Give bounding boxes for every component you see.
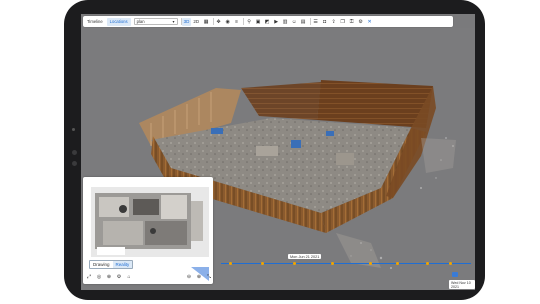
timeline-capture-dot[interactable] [426, 262, 429, 265]
eye-icon[interactable]: ◉ [224, 18, 231, 25]
camera-icon[interactable]: ◘ [321, 18, 328, 25]
toolbar-divider [180, 18, 182, 25]
current-date-badge: Wed Nov 10 2021 [449, 280, 475, 289]
timeline-capture-dot[interactable] [261, 262, 264, 265]
timeline-tooltip: Mon Jun 21 2021 [288, 254, 322, 259]
timeline-capture-dot[interactable] [369, 262, 372, 265]
app-screen: Timeline Locations plan ▾ 3D 2D ▦ ✥ ◉ ≡ … [81, 14, 475, 290]
calendar-icon[interactable]: ▦ [203, 18, 210, 25]
blue-equipment [211, 128, 223, 134]
current-capture-marker[interactable] [452, 272, 458, 277]
expand-icon[interactable]: ⤢ [85, 273, 93, 281]
location-select-value: plan [136, 19, 145, 24]
minimap-tabs: Drawing Reality [89, 260, 134, 269]
chevron-down-icon: ▾ [172, 19, 175, 24]
view-3d-button[interactable]: 3D [182, 17, 191, 26]
lock-icon[interactable]: ⚿ [348, 18, 355, 25]
top-toolbar: Timeline Locations plan ▾ 3D 2D ▦ ✥ ◉ ≡ … [83, 16, 453, 27]
timeline-capture-dot[interactable] [293, 262, 296, 265]
grid-icon[interactable]: ▤ [300, 18, 307, 25]
home-icon[interactable]: ⌂ [125, 273, 133, 281]
toolbar-divider [309, 18, 311, 25]
toolbar-divider [243, 18, 244, 25]
list-icon[interactable]: ☰ [312, 18, 319, 25]
view-2d-button[interactable]: 2D [192, 18, 201, 26]
fullscreen-icon[interactable]: ⤡ [205, 273, 213, 281]
tablet-side-button [72, 150, 77, 155]
timeline-track[interactable] [221, 262, 471, 265]
minimap-controls: ⤢ ◎ ⊕ ⚙ ⌂ ⊖ ⊕ ⤡ [83, 272, 213, 282]
settings-icon[interactable]: ⚙ [357, 18, 364, 25]
tab-drawing[interactable]: Drawing [90, 261, 113, 268]
timeline-capture-dot[interactable] [229, 262, 232, 265]
share-icon[interactable]: ⇪ [330, 18, 337, 25]
tab-locations[interactable]: Locations [106, 17, 131, 26]
layers-icon[interactable]: ≡ [233, 18, 240, 25]
close-icon[interactable]: ✕ [366, 18, 373, 25]
target-icon[interactable]: ◎ [95, 273, 103, 281]
photo-icon[interactable]: ◩ [264, 18, 271, 25]
user-icon[interactable]: ☺ [291, 18, 298, 25]
tablet-camera [72, 128, 75, 131]
location-select[interactable]: plan ▾ [133, 18, 178, 25]
timeline-capture-dot[interactable] [449, 262, 452, 265]
video-icon[interactable]: ▶ [273, 18, 280, 25]
tablet-side-button [72, 161, 77, 166]
compass-icon[interactable]: ✥ [215, 18, 222, 25]
gear-icon[interactable]: ⚙ [115, 273, 123, 281]
toolbar-divider [212, 18, 214, 25]
pin-icon[interactable]: ⚲ [246, 18, 253, 25]
copy-icon[interactable]: ❐ [339, 18, 346, 25]
timeline-capture-dot[interactable] [331, 262, 334, 265]
minimap-panel: Drawing Reality ⤢ ◎ ⊕ ⚙ ⌂ ⊖ ⊕ ⤡ [83, 177, 213, 284]
image-icon[interactable]: ▣ [255, 18, 262, 25]
zoom-out-icon[interactable]: ⊖ [185, 273, 193, 281]
crosshair-icon[interactable]: ⊕ [105, 273, 113, 281]
tab-timeline[interactable]: Timeline [84, 18, 106, 26]
timeline-capture-dot[interactable] [396, 262, 399, 265]
tab-reality[interactable]: Reality [112, 261, 133, 268]
zoom-in-icon[interactable]: ⊕ [195, 273, 203, 281]
chart-icon[interactable]: ▥ [282, 18, 289, 25]
